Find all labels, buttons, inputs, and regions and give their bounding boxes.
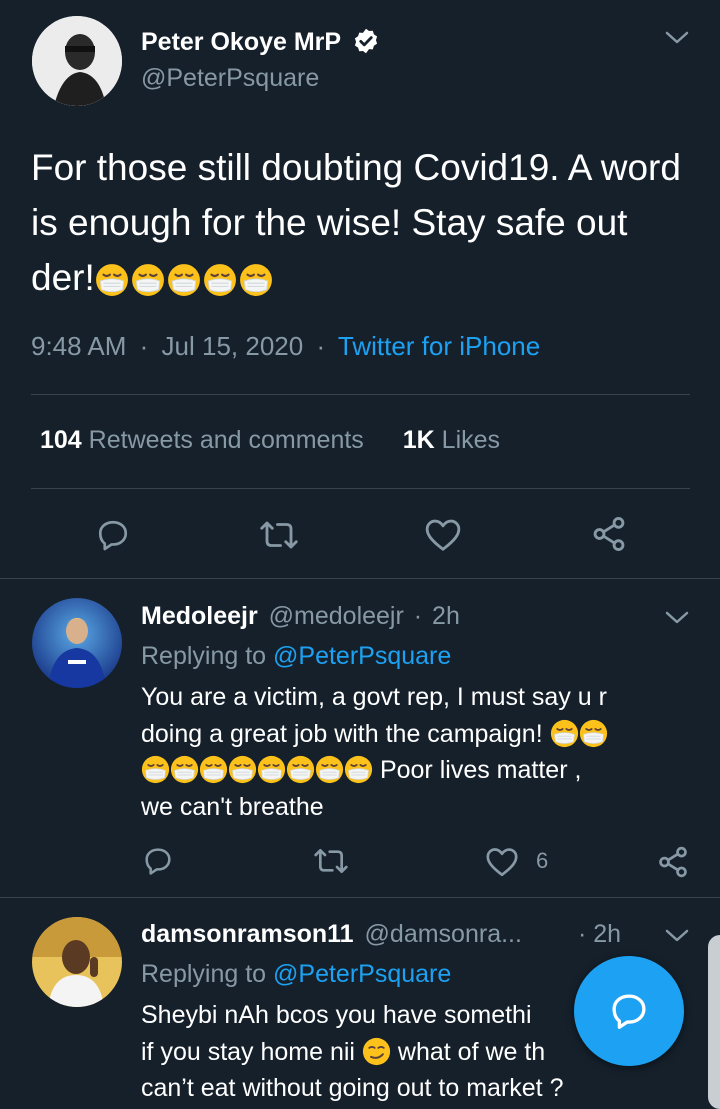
divider — [31, 394, 690, 395]
tweet-time: 9:48 AM — [31, 331, 127, 361]
reply-avatar[interactable] — [32, 598, 122, 688]
replying-to: Replying to @PeterPsquare — [141, 959, 451, 989]
likes-count: 1K — [402, 426, 435, 454]
divider — [31, 488, 690, 489]
face-with-mask-emoji-icon — [315, 755, 344, 784]
face-with-mask-emoji-icon — [167, 263, 201, 297]
reply-text-line: we can't breathe — [141, 792, 324, 821]
reply-text: You are a victim, a govt rep, I must say… — [141, 679, 701, 825]
face-with-mask-emoji-icon — [257, 755, 286, 784]
replying-to-link[interactable]: @PeterPsquare — [273, 960, 451, 988]
face-with-mask-emoji-icon — [131, 263, 165, 297]
reply-time: 2h — [432, 602, 460, 630]
face-with-mask-emoji-icon — [95, 263, 129, 297]
tweet-stats: 104 Retweets and comments 1K Likes — [40, 425, 500, 455]
chevron-down-icon[interactable] — [664, 610, 690, 626]
reply-avatar[interactable] — [32, 917, 122, 1007]
author-name[interactable]: Peter Okoye MrP — [141, 27, 380, 56]
reply-author-name[interactable]: Medoleejr — [141, 602, 258, 630]
reply-text-line: doing a great job with the campaign! — [141, 716, 701, 753]
verified-badge-icon — [352, 27, 380, 55]
reply-text-line: You are a victim, a govt rep, I must say… — [141, 683, 607, 711]
reply-text-segment: what of we th — [397, 1037, 546, 1066]
compose-reply-button[interactable] — [574, 956, 684, 1066]
likes-stat[interactable]: 1K Likes — [403, 426, 500, 454]
chevron-down-icon[interactable] — [664, 928, 690, 944]
chevron-down-icon[interactable] — [664, 30, 690, 46]
reply-icon[interactable] — [95, 517, 131, 553]
meta-separator: · — [316, 331, 326, 361]
face-with-mask-emoji-icon — [550, 719, 579, 748]
scrollbar[interactable] — [708, 935, 720, 1109]
replying-to-link[interactable]: @PeterPsquare — [273, 642, 451, 670]
face-with-mask-emoji-icon — [170, 755, 199, 784]
smirk-emoji-icon — [362, 1037, 391, 1066]
reply-text-segment: doing a great job with the campaign! — [141, 719, 543, 748]
reply-text-line: Poor lives matter , — [141, 752, 701, 789]
reply-text-segment: Poor lives matter , — [379, 756, 582, 784]
meta-separator: · — [413, 602, 423, 630]
replying-to-prefix: Replying to — [141, 642, 267, 670]
divider — [0, 578, 720, 579]
share-icon[interactable] — [656, 845, 690, 879]
like-icon[interactable] — [424, 517, 462, 553]
reply-text-line: can’t eat without going out to market ? — [141, 1074, 564, 1102]
share-icon[interactable] — [590, 515, 628, 553]
tweet-date: Jul 15, 2020 — [161, 331, 304, 361]
mask-emoji-group — [550, 719, 608, 748]
reply-header: Medoleejr @medoleejr · 2h — [141, 601, 460, 631]
meta-separator: · — [139, 331, 149, 361]
replying-to: Replying to @PeterPsquare — [141, 641, 451, 671]
reply-time-group: · 2h — [578, 919, 621, 949]
retweets-count: 104 — [40, 426, 82, 454]
tweet-source-link[interactable]: Twitter for iPhone — [338, 331, 540, 361]
reply-handle[interactable]: @medoleejr — [269, 602, 404, 630]
retweets-label: Retweets and comments — [88, 426, 364, 454]
face-with-mask-emoji-icon — [286, 755, 315, 784]
likes-label: Likes — [441, 426, 501, 454]
mask-emoji-group — [141, 755, 373, 784]
retweet-icon[interactable] — [258, 517, 300, 553]
reply-author-name[interactable]: damsonramson11 — [141, 920, 354, 948]
retweet-icon[interactable] — [312, 845, 350, 877]
meta-separator: · — [578, 920, 587, 948]
author-name-text: Peter Okoye MrP — [141, 28, 341, 56]
reply-icon[interactable] — [142, 845, 174, 877]
face-with-mask-emoji-icon — [141, 755, 170, 784]
author-handle[interactable]: @PeterPsquare — [141, 64, 319, 92]
author-avatar[interactable] — [32, 16, 122, 106]
mask-emoji-group — [95, 257, 275, 298]
reply-header: damsonramson11 @damsonra... — [141, 919, 522, 949]
replying-to-prefix: Replying to — [141, 960, 267, 988]
reply-handle[interactable]: @damsonra... — [365, 920, 522, 948]
reply-icon — [612, 994, 646, 1029]
like-count: 6 — [536, 848, 549, 873]
face-with-mask-emoji-icon — [228, 755, 257, 784]
retweets-stat[interactable]: 104 Retweets and comments — [40, 426, 371, 454]
face-with-mask-emoji-icon — [239, 263, 273, 297]
tweet-meta: 9:48 AM · Jul 15, 2020 · Twitter for iPh… — [31, 331, 540, 361]
face-with-mask-emoji-icon — [579, 719, 608, 748]
reply-time: 2h — [593, 920, 622, 948]
face-with-mask-emoji-icon — [203, 263, 237, 297]
face-with-mask-emoji-icon — [199, 755, 228, 784]
tweet-text: For those still doubting Covid19. A word… — [31, 140, 691, 305]
divider — [0, 897, 720, 898]
reply-text-segment: if you stay home nii — [141, 1037, 355, 1066]
face-with-mask-emoji-icon — [344, 755, 373, 784]
like-icon[interactable] — [485, 846, 519, 878]
